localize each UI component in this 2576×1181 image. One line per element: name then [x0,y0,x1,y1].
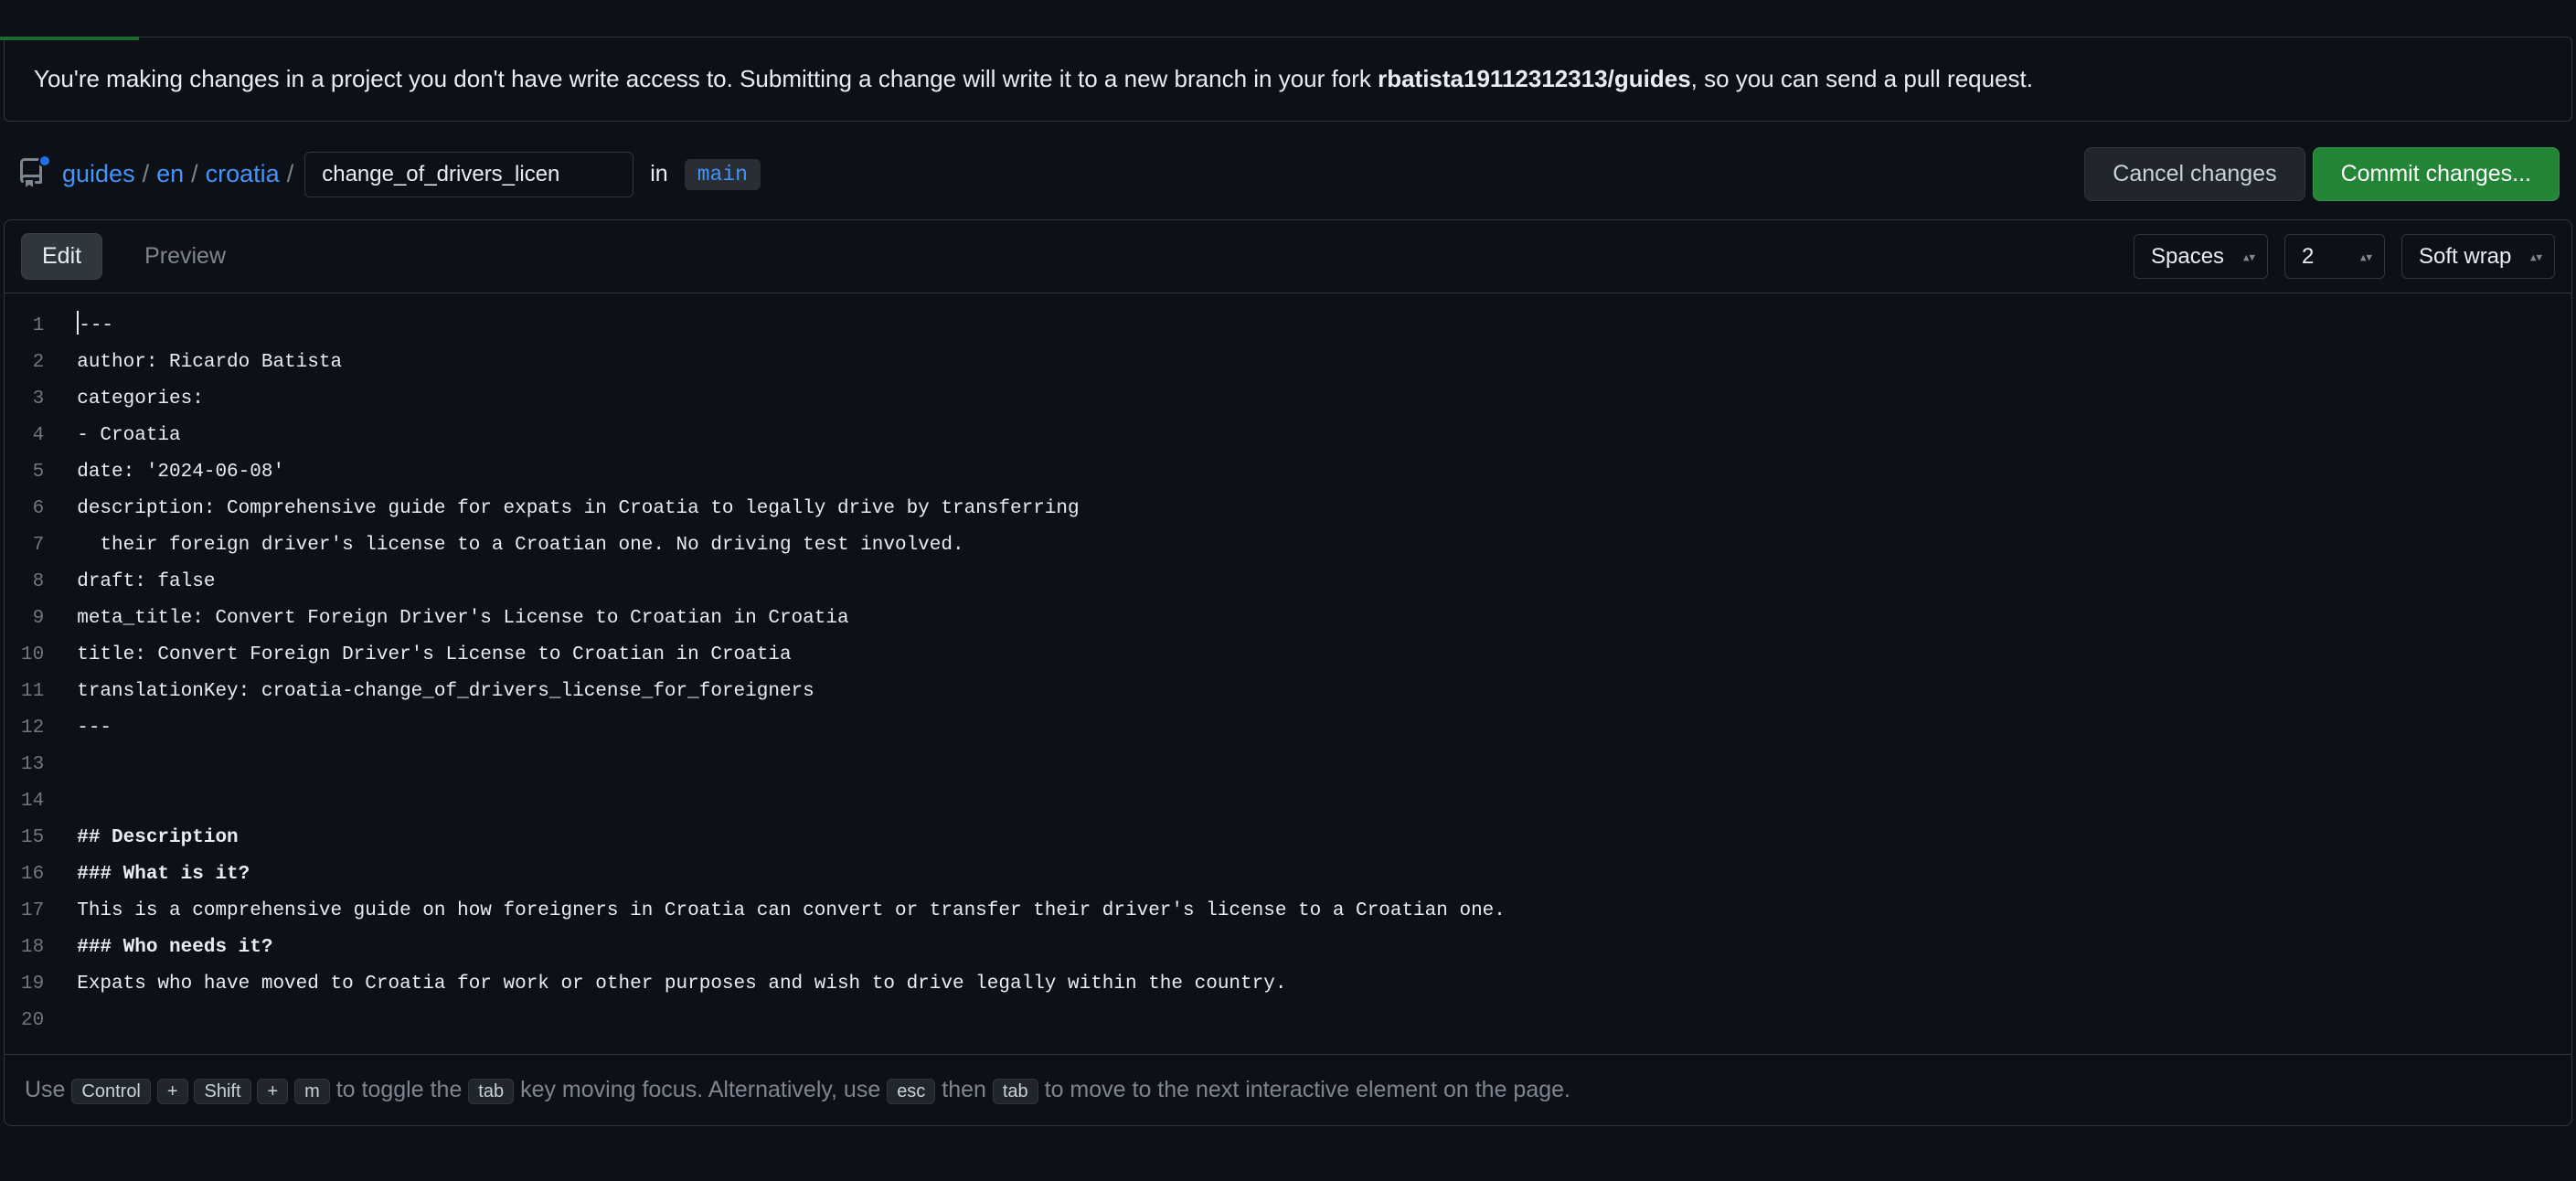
line-number: 8 [21,564,44,601]
breadcrumb-link-croatia[interactable]: croatia [206,160,280,188]
commit-button[interactable]: Commit changes... [2313,147,2560,201]
indent-mode-select-wrap: Spaces [2134,234,2268,279]
line-number-gutter: 1234567891011121314151617181920 [5,293,71,1054]
line-number: 11 [21,674,44,710]
code-area[interactable]: ---author: Ricardo Batistacategories:- C… [71,293,2571,1054]
code-line[interactable] [77,747,2571,783]
code-line[interactable]: ### Who needs it? [77,930,2571,966]
code-line[interactable]: Expats who have moved to Croatia for wor… [77,966,2571,1003]
line-number: 17 [21,893,44,930]
keyboard-hint: Use Control + Shift + m to toggle the ta… [5,1054,2571,1125]
code-line[interactable]: their foreign driver's license to a Croa… [77,527,2571,564]
line-number: 6 [21,491,44,527]
breadcrumb-link-en[interactable]: en [156,160,184,188]
in-label: in [650,161,667,187]
code-line[interactable]: meta_title: Convert Foreign Driver's Lic… [77,601,2571,637]
tab-preview[interactable]: Preview [124,234,246,279]
line-number: 9 [21,601,44,637]
code-line[interactable]: categories: [77,381,2571,418]
code-line[interactable]: This is a comprehensive guide on how for… [77,893,2571,930]
line-number: 13 [21,747,44,783]
filename-input[interactable] [304,152,633,197]
line-number: 16 [21,856,44,893]
code-line[interactable]: translationKey: croatia-change_of_driver… [77,674,2571,710]
kbd-plus: + [157,1079,188,1104]
code-line[interactable] [77,783,2571,820]
wrap-mode-select[interactable]: Soft wrap [2401,234,2555,279]
code-line[interactable]: title: Convert Foreign Driver's License … [77,637,2571,674]
code-line[interactable]: --- [77,710,2571,747]
file-toolbar: guides / en / croatia / in main Cancel c… [0,122,2576,219]
indent-mode-select[interactable]: Spaces [2134,234,2268,279]
breadcrumb-link-guides[interactable]: guides [62,160,135,188]
line-number: 1 [21,308,44,345]
line-number: 2 [21,345,44,381]
repo-icon [16,158,46,191]
indent-size-select[interactable]: 2 [2284,234,2385,279]
kbd-control: Control [71,1079,150,1104]
fork-notice: You're making changes in a project you d… [4,37,2572,122]
branch-badge[interactable]: main [685,159,761,190]
line-number: 3 [21,381,44,418]
indent-size-select-wrap: 2 [2284,234,2385,279]
code-line[interactable]: author: Ricardo Batista [77,345,2571,381]
line-number: 14 [21,783,44,820]
loading-progress [0,37,139,40]
line-number: 15 [21,820,44,856]
code-line[interactable]: - Croatia [77,418,2571,454]
editor: Edit Preview Spaces 2 Soft wrap 12345 [4,219,2572,1126]
kbd-shift: Shift [194,1079,250,1104]
line-number: 4 [21,418,44,454]
code-line[interactable]: description: Comprehensive guide for exp… [77,491,2571,527]
kbd-tab: tab [468,1079,514,1104]
code-line[interactable]: --- [77,308,2571,345]
line-number: 19 [21,966,44,1003]
wrap-mode-select-wrap: Soft wrap [2401,234,2555,279]
code-line[interactable]: draft: false [77,564,2571,601]
line-number: 18 [21,930,44,966]
code-line[interactable] [77,1003,2571,1039]
code-line[interactable]: ## Description [77,820,2571,856]
line-number: 20 [21,1003,44,1039]
kbd-plus: + [257,1079,288,1104]
tab-edit[interactable]: Edit [21,233,102,280]
breadcrumb: guides / en / croatia / [62,160,297,188]
line-number: 10 [21,637,44,674]
code-line[interactable]: date: '2024-06-08' [77,454,2571,491]
kbd-tab: tab [993,1079,1038,1104]
line-number: 12 [21,710,44,747]
unsaved-indicator-dot [38,154,51,167]
cancel-button[interactable]: Cancel changes [2084,147,2305,201]
kbd-m: m [294,1079,330,1104]
line-number: 5 [21,454,44,491]
kbd-esc: esc [887,1079,935,1104]
code-line[interactable]: ### What is it? [77,856,2571,893]
line-number: 7 [21,527,44,564]
